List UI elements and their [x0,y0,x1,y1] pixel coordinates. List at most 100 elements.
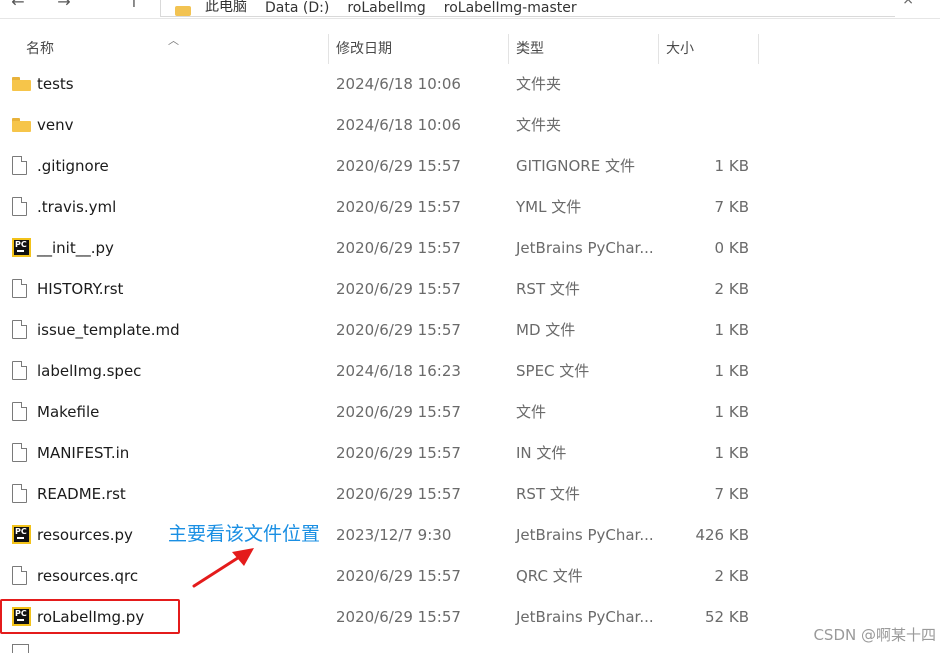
file-size: 7 KB [714,198,749,216]
file-name: MANIFEST.in [37,444,130,462]
file-date: 2020/6/29 15:57 [336,280,461,298]
file-size: 1 KB [714,444,749,462]
pycharm-icon: PC [12,238,31,257]
file-date: 2020/6/29 15:57 [336,485,461,503]
file-type: MD 文件 [516,321,576,339]
folder-icon [175,6,191,16]
file-size: 2 KB [714,280,749,298]
file-type: GITIGNORE 文件 [516,157,635,175]
file-date: 2020/6/29 15:57 [336,608,461,626]
file-type: JetBrains PyChar... [516,608,654,626]
file-icon [12,566,27,585]
file-size: 1 KB [714,321,749,339]
file-type: QRC 文件 [516,567,583,585]
column-divider[interactable] [758,34,759,64]
file-icon [12,197,27,216]
file-name: labelImg.spec [37,362,142,380]
file-name: issue_template.md [37,321,180,339]
file-row[interactable]: PC __init__.py 2020/6/29 15:57 JetBrains Py… [0,228,940,269]
close-icon[interactable]: × [902,0,914,8]
file-name: .travis.yml [37,198,117,216]
file-size: 1 KB [714,403,749,421]
file-icon [12,443,27,462]
file-name: venv [37,116,74,134]
file-type: RST 文件 [516,485,580,503]
file-list: tests 2024/6/18 10:06 文件夹 venv 2024/6/18 10:… [0,64,940,638]
file-type: 文件夹 [516,75,562,93]
folder-icon [12,118,31,132]
column-divider[interactable] [328,34,329,64]
folder-icon [12,77,31,91]
column-divider[interactable] [508,34,509,64]
file-size: 1 KB [714,362,749,380]
address-bar[interactable]: 此电脑 Data (D:) roLabelImg roLabelImg-mast… [160,0,895,17]
file-row[interactable]: venv 2024/6/18 10:06 文件夹 [0,105,940,146]
file-icon [12,644,29,653]
file-name: __init__.py [37,239,114,257]
file-size: 426 KB [695,526,749,544]
forward-arrow-icon[interactable]: → [52,0,76,11]
file-date: 2020/6/29 15:57 [336,239,461,257]
file-size: 2 KB [714,567,749,585]
file-row[interactable]: .gitignore 2020/6/29 15:57 GITIGNORE 文件 1 K… [0,146,940,187]
file-row[interactable]: resources.qrc 2020/6/29 15:57 QRC 文件 2 KB [0,556,940,597]
column-header-size[interactable]: 大小 [666,32,694,66]
column-header-name[interactable]: 名称 [26,32,54,66]
file-size [660,105,749,146]
file-name: resources.qrc [37,567,139,585]
file-type: 文件 [516,403,547,421]
breadcrumb-segment[interactable]: roLabelImg-master [444,0,577,16]
file-icon [12,320,27,339]
file-type: RST 文件 [516,280,580,298]
breadcrumb-segment[interactable]: 此电脑 [205,0,247,16]
file-row[interactable]: README.rst 2020/6/29 15:57 RST 文件 7 KB [0,474,940,515]
file-type: SPEC 文件 [516,362,590,380]
file-date: 2020/6/29 15:57 [336,444,461,462]
file-icon [12,402,27,421]
file-date: 2023/12/7 9:30 [336,526,452,544]
file-size [660,64,749,105]
file-row[interactable]: .travis.yml 2020/6/29 15:57 YML 文件 7 KB [0,187,940,228]
watermark: CSDN @啊某十四 [813,626,936,644]
file-date: 2020/6/29 15:57 [336,403,461,421]
file-row[interactable]: HISTORY.rst 2020/6/29 15:57 RST 文件 2 KB [0,269,940,310]
column-header-date[interactable]: 修改日期 [336,32,392,66]
file-icon [12,361,27,380]
annotation-arrow [192,548,254,588]
file-date: 2024/6/18 10:06 [336,75,461,93]
file-date: 2020/6/29 15:57 [336,321,461,339]
sort-ascending-icon: ︿ [168,34,179,47]
file-type: IN 文件 [516,444,567,462]
file-type: YML 文件 [516,198,582,216]
file-icon [12,279,27,298]
file-row[interactable]: labelImg.spec 2024/6/18 16:23 SPEC 文件 1 KB [0,351,940,392]
file-size: 7 KB [714,485,749,503]
file-name: tests [37,75,74,93]
highlight-box [0,599,180,634]
file-row[interactable]: MANIFEST.in 2020/6/29 15:57 IN 文件 1 KB [0,433,940,474]
column-header-type[interactable]: 类型 [516,32,544,66]
file-row[interactable]: issue_template.md 2020/6/29 15:57 MD 文件 1 K… [0,310,940,351]
file-name: resources.py [37,526,133,544]
breadcrumb-segment[interactable]: Data (D:) [265,0,329,16]
file-size: 0 KB [714,239,749,257]
back-arrow-icon[interactable]: ← [6,0,30,11]
file-row[interactable]: PC resources.py 2023/12/7 9:30 JetBrains Py… [0,515,940,556]
file-row[interactable]: tests 2024/6/18 10:06 文件夹 [0,64,940,105]
breadcrumb-segment[interactable]: roLabelImg [347,0,425,16]
file-name: README.rst [37,485,126,503]
file-icon [12,484,27,503]
file-type: 文件夹 [516,116,562,134]
column-header-row: ︿ 名称 修改日期 类型 大小 [0,32,940,66]
file-size: 1 KB [714,157,749,175]
file-name: .gitignore [37,157,109,175]
file-name: HISTORY.rst [37,280,124,298]
file-size: 52 KB [705,608,749,626]
file-name: Makefile [37,403,100,421]
top-navigation-bar: ← → ↑ 此电脑 Data (D:) roLabelImg roLabelIm… [0,0,940,19]
up-arrow-icon[interactable]: ↑ [122,0,146,11]
file-icon [12,156,27,175]
file-row[interactable]: Makefile 2020/6/29 15:57 文件 1 KB [0,392,940,433]
column-divider[interactable] [658,34,659,64]
file-type: JetBrains PyChar... [516,526,654,544]
